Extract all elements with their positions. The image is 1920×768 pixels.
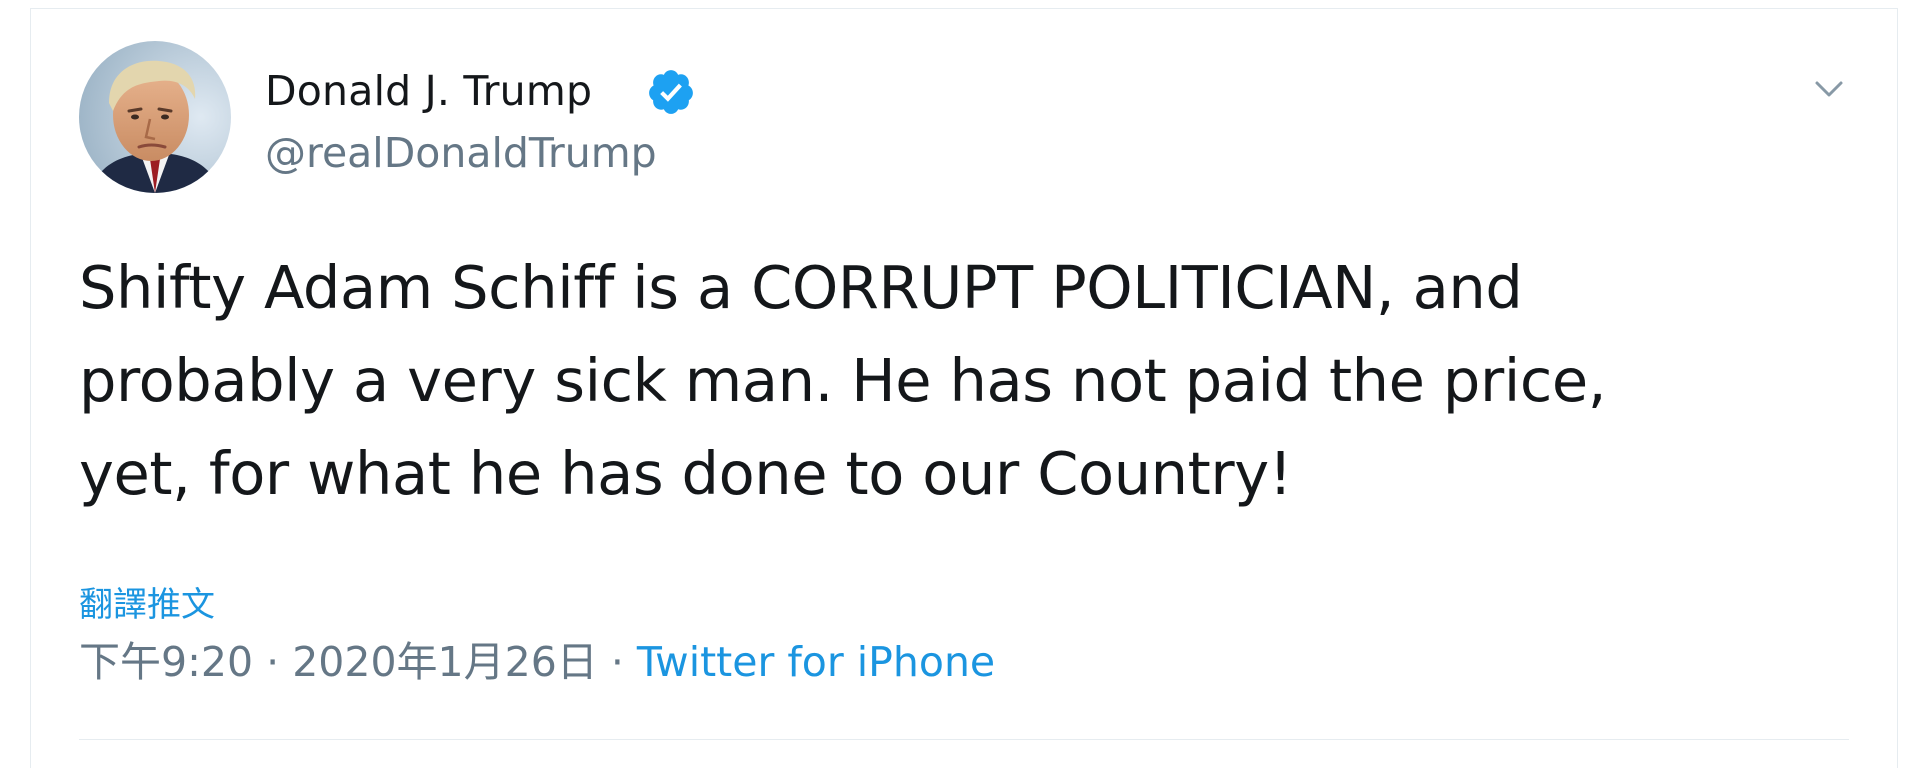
meta-separator: · — [253, 638, 293, 686]
translate-tweet-link[interactable]: 翻譯推文 — [79, 584, 215, 626]
tweet-text: Shifty Adam Schiff is a CORRUPT POLITICI… — [79, 253, 1607, 508]
tweet-time[interactable]: 下午9:20 — [79, 638, 253, 686]
tweet-date[interactable]: 2020年1月26日 — [292, 638, 598, 686]
profile-photo — [79, 41, 231, 193]
verified-badge-icon — [646, 67, 696, 117]
chevron-down-icon[interactable] — [1809, 69, 1849, 109]
tweet-metadata: 下午9:20 · 2020年1月26日 · Twitter for iPhone — [79, 637, 995, 687]
display-name[interactable]: Donald J. Trump — [265, 67, 592, 115]
divider — [79, 739, 1849, 740]
meta-separator: · — [597, 638, 637, 686]
tweet-card: Donald J. Trump @realDonaldTrump Shifty … — [30, 8, 1898, 768]
user-handle[interactable]: @realDonaldTrump — [265, 129, 657, 177]
tweet-source-link[interactable]: Twitter for iPhone — [637, 638, 995, 686]
avatar[interactable] — [79, 41, 231, 193]
